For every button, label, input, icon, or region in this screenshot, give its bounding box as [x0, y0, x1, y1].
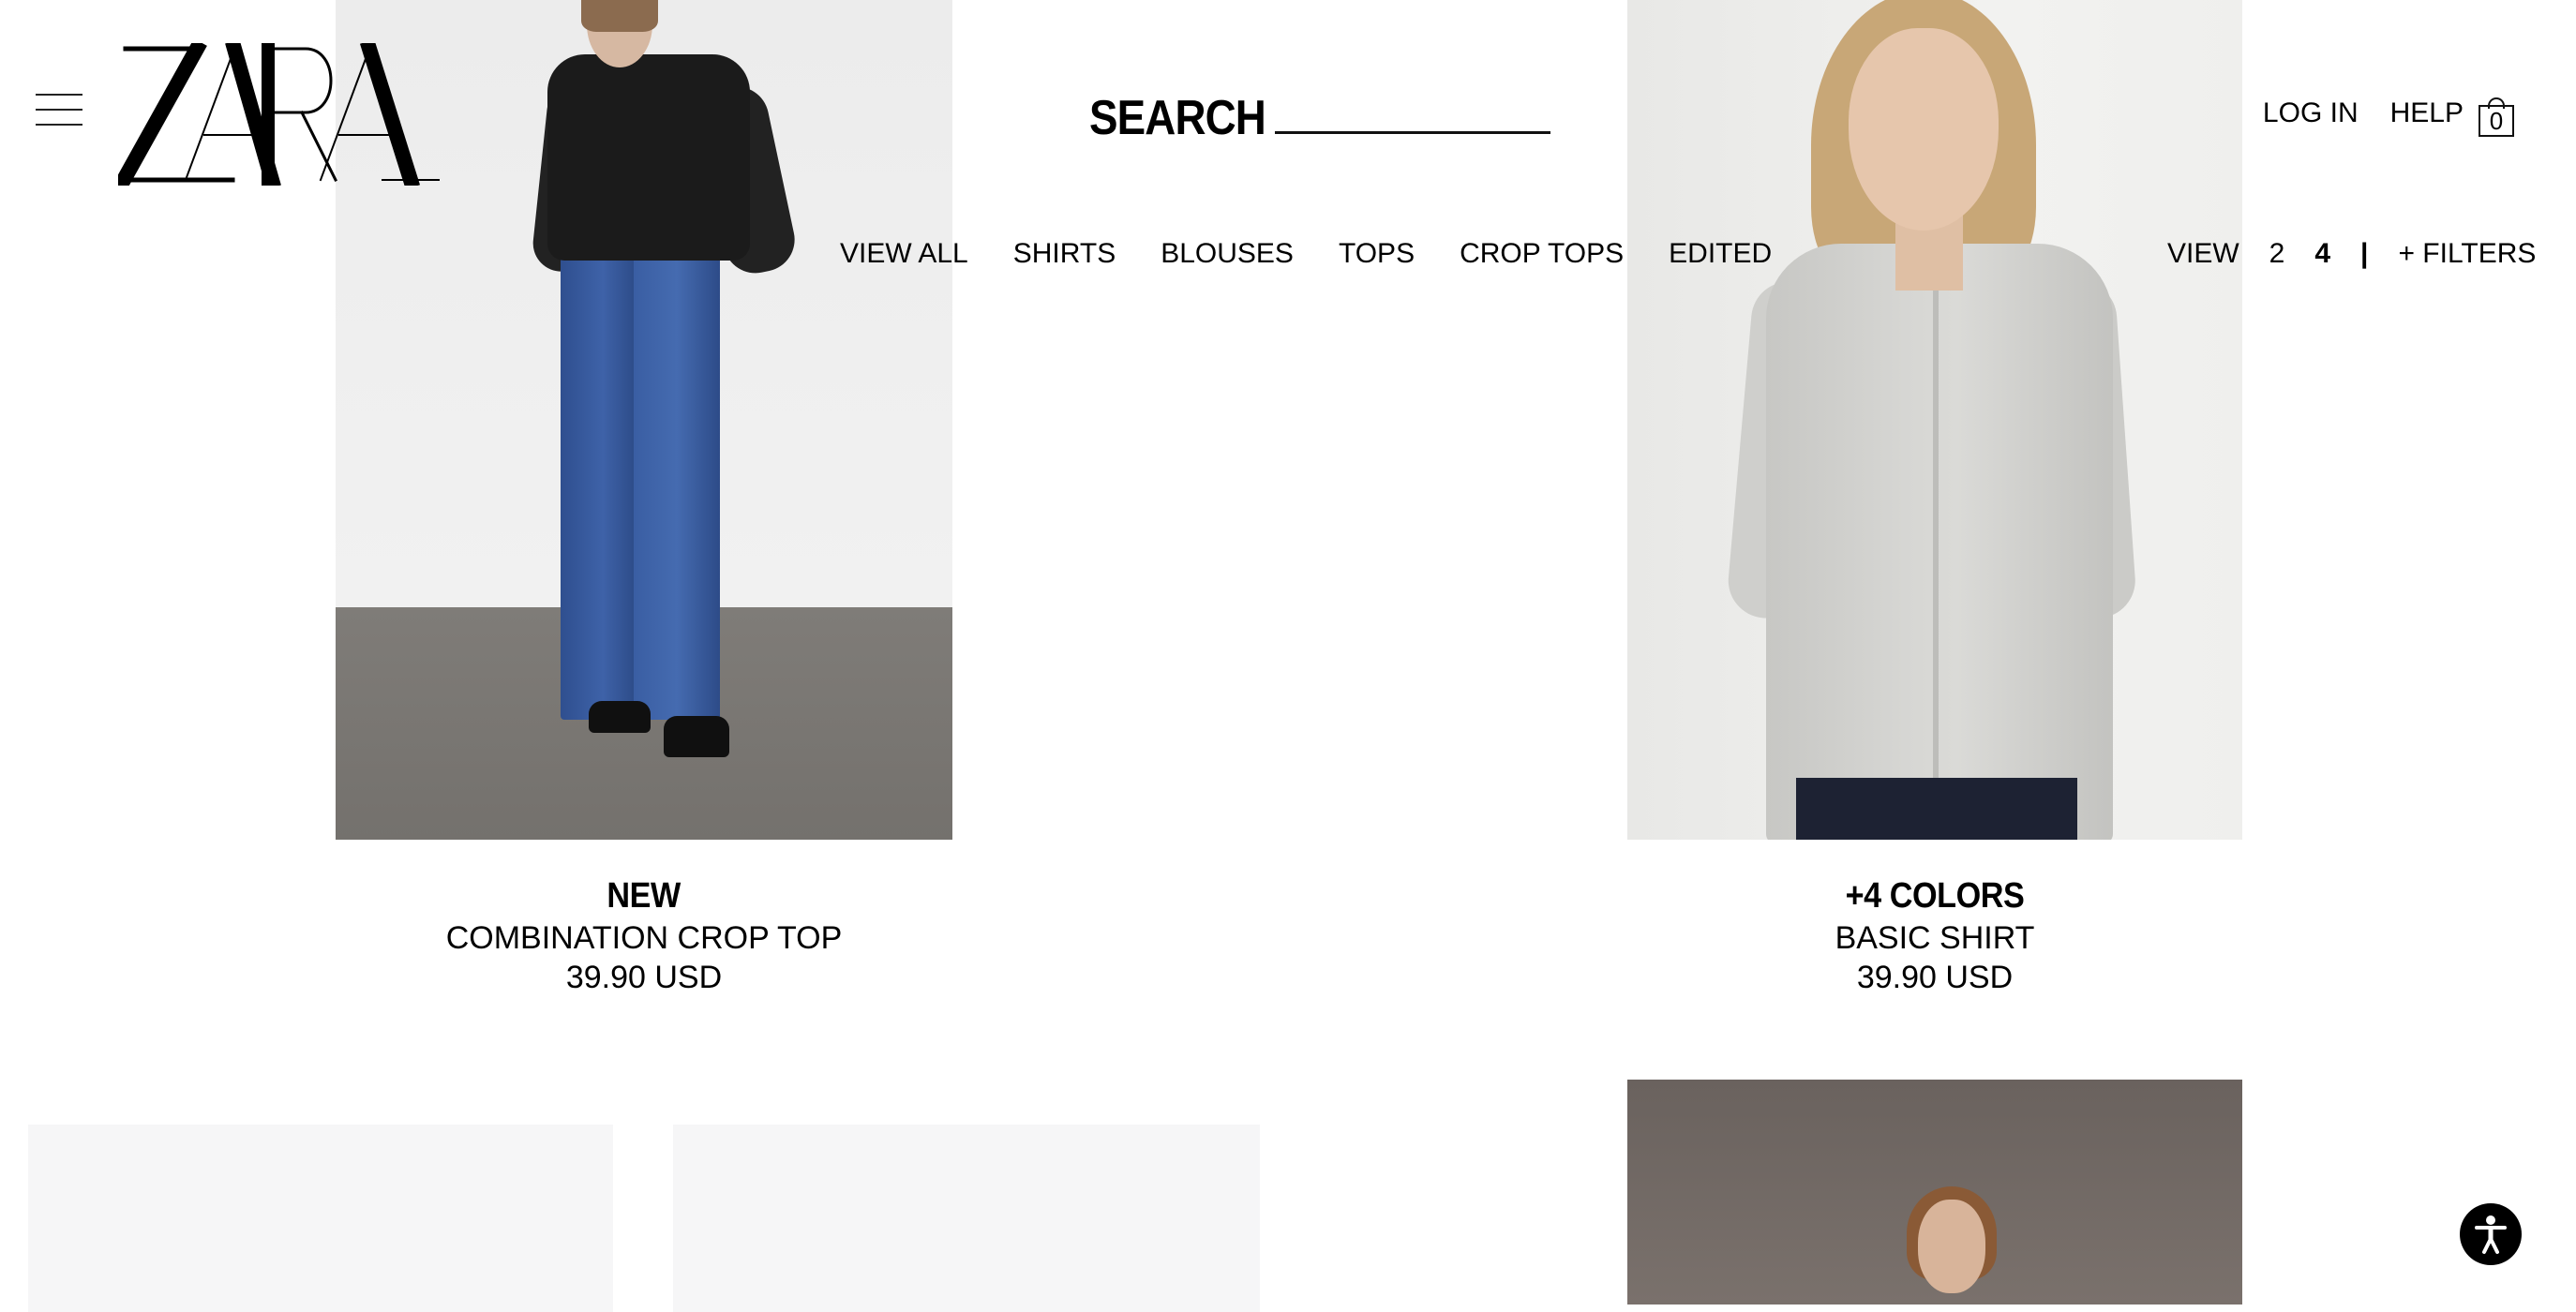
view-option-2[interactable]: 2 [2269, 238, 2285, 270]
product-name[interactable]: COMBINATION CROP TOP [316, 918, 972, 958]
category-tops[interactable]: TOPS [1339, 238, 1415, 270]
login-link[interactable]: LOG IN [2263, 97, 2359, 129]
account-links: LOG IN HELP [2263, 97, 2464, 129]
product-tag: NEW [607, 876, 681, 916]
category-blouses[interactable]: BLOUSES [1161, 238, 1294, 270]
model-shirt [1766, 244, 2113, 840]
model-face [1849, 28, 1999, 231]
model-face [1918, 1200, 1985, 1293]
hamburger-icon[interactable] [36, 94, 82, 126]
view-controls: VIEW 2 4 | + FILTERS [2167, 238, 2536, 270]
category-shirts[interactable]: SHIRTS [1013, 238, 1116, 270]
product-price: 39.90 USD [1856, 960, 2014, 995]
shopping-bag-icon[interactable]: 0 [2479, 97, 2516, 139]
view-label: VIEW [2167, 238, 2239, 269]
model-jeans-right [634, 251, 720, 720]
model-shoe-left [589, 701, 651, 733]
help-link[interactable]: HELP [2390, 97, 2464, 129]
category-view-all[interactable]: VIEW ALL [840, 238, 968, 270]
product-tag: +4 COLORS [1845, 876, 2025, 916]
accessibility-icon[interactable] [2460, 1203, 2522, 1265]
category-crop-tops[interactable]: CROP TOPS [1460, 238, 1624, 270]
category-edited[interactable]: EDITED [1669, 238, 1772, 270]
search-label: SEARCH [1089, 91, 1266, 145]
model-crop-top [547, 54, 750, 261]
product-image[interactable] [1627, 1080, 2242, 1305]
zara-logo-mark [113, 38, 440, 190]
model-pants [1796, 778, 2077, 840]
zara-logo[interactable] [113, 38, 441, 190]
product-image-placeholder[interactable] [673, 1125, 1260, 1312]
view-divider: | [2360, 238, 2369, 269]
product-name[interactable]: BASIC SHIRT [1607, 918, 2263, 958]
cart-count: 0 [2489, 107, 2504, 135]
model-shoe-right [664, 716, 729, 757]
product-card-caption[interactable]: NEW COMBINATION CROP TOP 39.90 USD [316, 873, 972, 997]
accessibility-figure [2475, 1215, 2507, 1254]
product-card-caption[interactable]: +4 COLORS BASIC SHIRT 39.90 USD [1607, 873, 2263, 997]
model-jeans-left [561, 251, 637, 720]
search-underline [1275, 131, 1550, 134]
product-price: 39.90 USD [565, 960, 723, 995]
product-image-placeholder[interactable] [28, 1125, 613, 1312]
search-field[interactable]: SEARCH [1089, 90, 1567, 150]
category-nav: VIEW ALL SHIRTS BLOUSES TOPS CROP TOPS E… [840, 238, 1772, 270]
filters-button[interactable]: + FILTERS [2398, 238, 2536, 270]
product-image-basic-shirt[interactable] [1627, 0, 2242, 840]
view-option-4[interactable]: 4 [2314, 238, 2330, 270]
shirt-placket [1933, 281, 1939, 806]
model-hair [581, 0, 658, 32]
